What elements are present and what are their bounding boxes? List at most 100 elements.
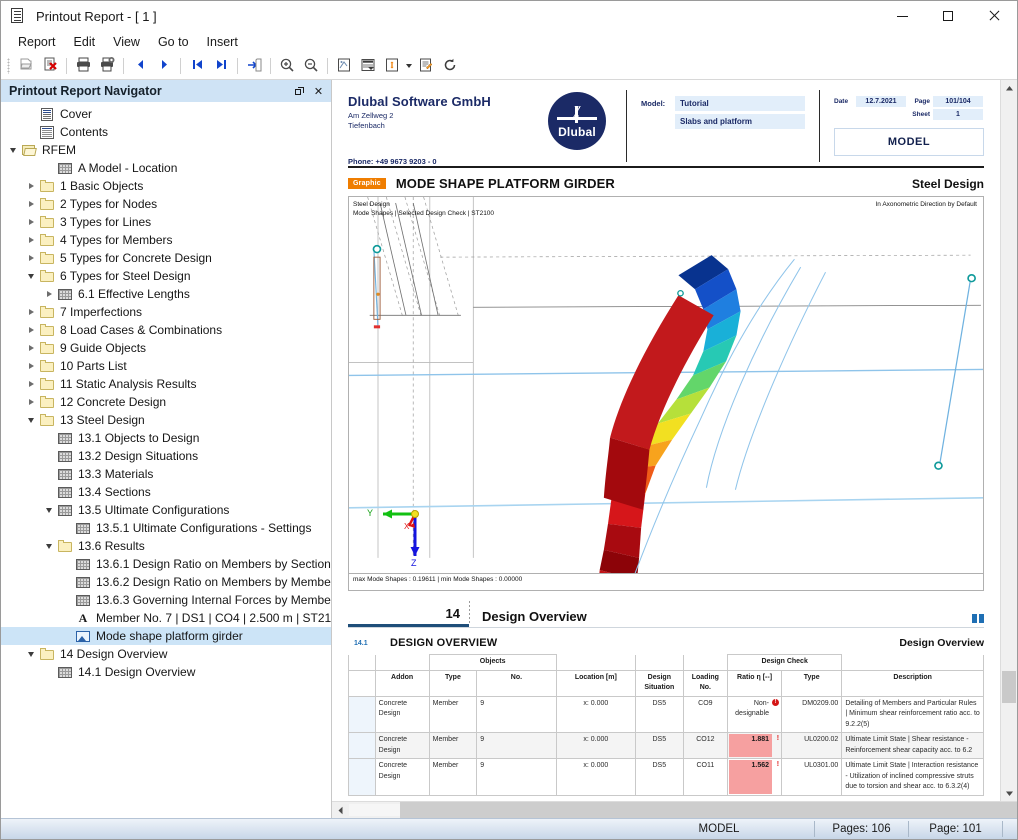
report-tree[interactable]: Cover Contents RFEM A Model - Location 1 Bas… — [1, 102, 331, 818]
table-column-header[interactable]: No. — [476, 669, 557, 697]
tree-item[interactable]: 13.1 Objects to Design — [1, 429, 331, 447]
chevron-down-icon[interactable] — [23, 646, 39, 662]
vertical-scroll-track[interactable] — [1001, 96, 1017, 785]
previous-page-button[interactable] — [128, 55, 152, 77]
tree-item[interactable]: 12 Concrete Design — [1, 393, 331, 411]
horizontal-scroll-thumb[interactable] — [348, 803, 402, 817]
navigator-undock-button[interactable] — [291, 83, 308, 100]
menu-edit[interactable]: Edit — [65, 33, 105, 51]
table-column-header[interactable]: Ratio η [--] — [727, 669, 783, 697]
vertical-scrollbar[interactable] — [1000, 80, 1017, 801]
tree-item[interactable]: 5 Types for Concrete Design — [1, 249, 331, 267]
tree-item[interactable]: RFEM — [1, 141, 331, 159]
report-settings-dropdown[interactable] — [404, 55, 414, 77]
tree-item[interactable]: Contents — [1, 123, 331, 141]
tree-item[interactable]: 3 Types for Lines — [1, 213, 331, 231]
chevron-right-icon[interactable] — [23, 232, 39, 248]
tree-item[interactable]: 13.6.1 Design Ratio on Members by Sectio… — [1, 555, 331, 573]
table-row[interactable]: Concrete Design Member 9 x: 0.000 DS5 CO11 1.5… — [348, 758, 984, 796]
tree-item[interactable]: 1 Basic Objects — [1, 177, 331, 195]
table-column-header[interactable]: Location [m] — [555, 669, 637, 697]
chevron-right-icon[interactable] — [41, 286, 57, 302]
menu-goto[interactable]: Go to — [149, 33, 198, 51]
scroll-up-button[interactable] — [1001, 80, 1017, 96]
chevron-down-icon[interactable] — [23, 412, 39, 428]
chevron-right-icon[interactable] — [23, 304, 39, 320]
chevron-down-icon[interactable] — [23, 268, 39, 284]
tree-item[interactable]: 13.6.3 Governing Internal Forces by Memb… — [1, 591, 331, 609]
horizontal-scroll-track[interactable] — [348, 802, 1017, 818]
tree-item[interactable]: A Model - Location — [1, 159, 331, 177]
delete-report-button[interactable] — [38, 55, 62, 77]
table-row[interactable]: Concrete Design Member 9 x: 0.000 DS5 CO9 Non-… — [348, 695, 984, 733]
horizontal-scroll-rest[interactable] — [400, 802, 1017, 818]
open-report-button[interactable] — [14, 55, 38, 77]
tree-item[interactable]: 4 Types for Members — [1, 231, 331, 249]
first-page-button[interactable] — [185, 55, 209, 77]
tree-item[interactable]: 14 Design Overview — [1, 645, 331, 663]
chevron-right-icon[interactable] — [23, 376, 39, 392]
tree-item[interactable]: 14.1 Design Overview — [1, 663, 331, 681]
table-column-header[interactable] — [348, 669, 376, 697]
refresh-button[interactable] — [438, 55, 462, 77]
chevron-right-icon[interactable] — [23, 340, 39, 356]
tree-item[interactable]: 6.1 Effective Lengths — [1, 285, 331, 303]
print-button[interactable] — [71, 55, 95, 77]
chevron-right-icon[interactable] — [23, 322, 39, 338]
navigator-close-button[interactable]: ✕ — [310, 83, 327, 100]
mode-shape-graphic[interactable]: Steel Design Mode Shapes | Selected Desi… — [348, 196, 984, 591]
chevron-down-icon[interactable] — [41, 502, 57, 518]
menu-view[interactable]: View — [104, 33, 149, 51]
table-column-header[interactable]: Design Situation — [635, 669, 684, 697]
table-column-header[interactable]: Type — [781, 669, 843, 697]
tree-item[interactable]: 9 Guide Objects — [1, 339, 331, 357]
tree-item[interactable]: 13.3 Materials — [1, 465, 331, 483]
chevron-down-icon[interactable] — [41, 538, 57, 554]
tree-item[interactable]: 13.5.1 Ultimate Configurations - Setting… — [1, 519, 331, 537]
chevron-right-icon[interactable] — [23, 196, 39, 212]
chevron-down-icon[interactable] — [5, 142, 21, 158]
tree-item[interactable]: Member No. 7 | DS1 | CO4 | 2.500 m | ST2… — [1, 609, 331, 627]
tree-item[interactable]: 13.6.2 Design Ratio on Members by Member — [1, 573, 331, 591]
table-column-header[interactable]: Type — [428, 669, 478, 697]
maximize-button[interactable] — [925, 1, 971, 31]
tree-item[interactable]: 13.6 Results — [1, 537, 331, 555]
menu-report[interactable]: Report — [9, 33, 65, 51]
go-to-page-button[interactable] — [242, 55, 266, 77]
tree-item[interactable]: 13.5 Ultimate Configurations — [1, 501, 331, 519]
menu-insert[interactable]: Insert — [198, 33, 247, 51]
chevron-right-icon[interactable] — [23, 394, 39, 410]
tree-item[interactable]: 2 Types for Nodes — [1, 195, 331, 213]
table-row[interactable]: Concrete Design Member 9 x: 0.000 DS5 CO12 1.8… — [348, 732, 984, 759]
scroll-left-button[interactable] — [332, 802, 348, 818]
minimize-button[interactable] — [879, 1, 925, 31]
toolbar-grip[interactable] — [7, 58, 10, 74]
next-page-button[interactable] — [152, 55, 176, 77]
vertical-scroll-thumb[interactable] — [1002, 671, 1016, 703]
zoom-out-button[interactable] — [299, 55, 323, 77]
chevron-right-icon[interactable] — [23, 214, 39, 230]
tree-item[interactable]: 11 Static Analysis Results — [1, 375, 331, 393]
tree-item[interactable]: 13 Steel Design — [1, 411, 331, 429]
table-column-header[interactable]: Loading No. — [682, 669, 729, 697]
page-setup-button[interactable] — [332, 55, 356, 77]
tree-item[interactable]: 8 Load Cases & Combinations — [1, 321, 331, 339]
report-settings-button[interactable] — [380, 55, 404, 77]
chevron-right-icon[interactable] — [23, 250, 39, 266]
header-footer-button[interactable] — [356, 55, 380, 77]
tree-item[interactable]: Mode shape platform girder — [1, 627, 331, 645]
tree-item[interactable]: 6 Types for Steel Design — [1, 267, 331, 285]
tree-item[interactable]: 10 Parts List — [1, 357, 331, 375]
scroll-down-button[interactable] — [1001, 785, 1017, 801]
zoom-in-button[interactable] — [275, 55, 299, 77]
horizontal-scrollbar[interactable] — [332, 801, 1017, 818]
table-column-header[interactable]: Addon — [374, 669, 430, 697]
tree-item[interactable]: 13.4 Sections — [1, 483, 331, 501]
chevron-right-icon[interactable] — [23, 358, 39, 374]
last-page-button[interactable] — [209, 55, 233, 77]
tree-item[interactable]: 7 Imperfections — [1, 303, 331, 321]
edit-report-button[interactable] — [414, 55, 438, 77]
print-settings-button[interactable] — [95, 55, 119, 77]
tree-item[interactable]: Cover — [1, 105, 331, 123]
close-button[interactable] — [971, 1, 1017, 31]
